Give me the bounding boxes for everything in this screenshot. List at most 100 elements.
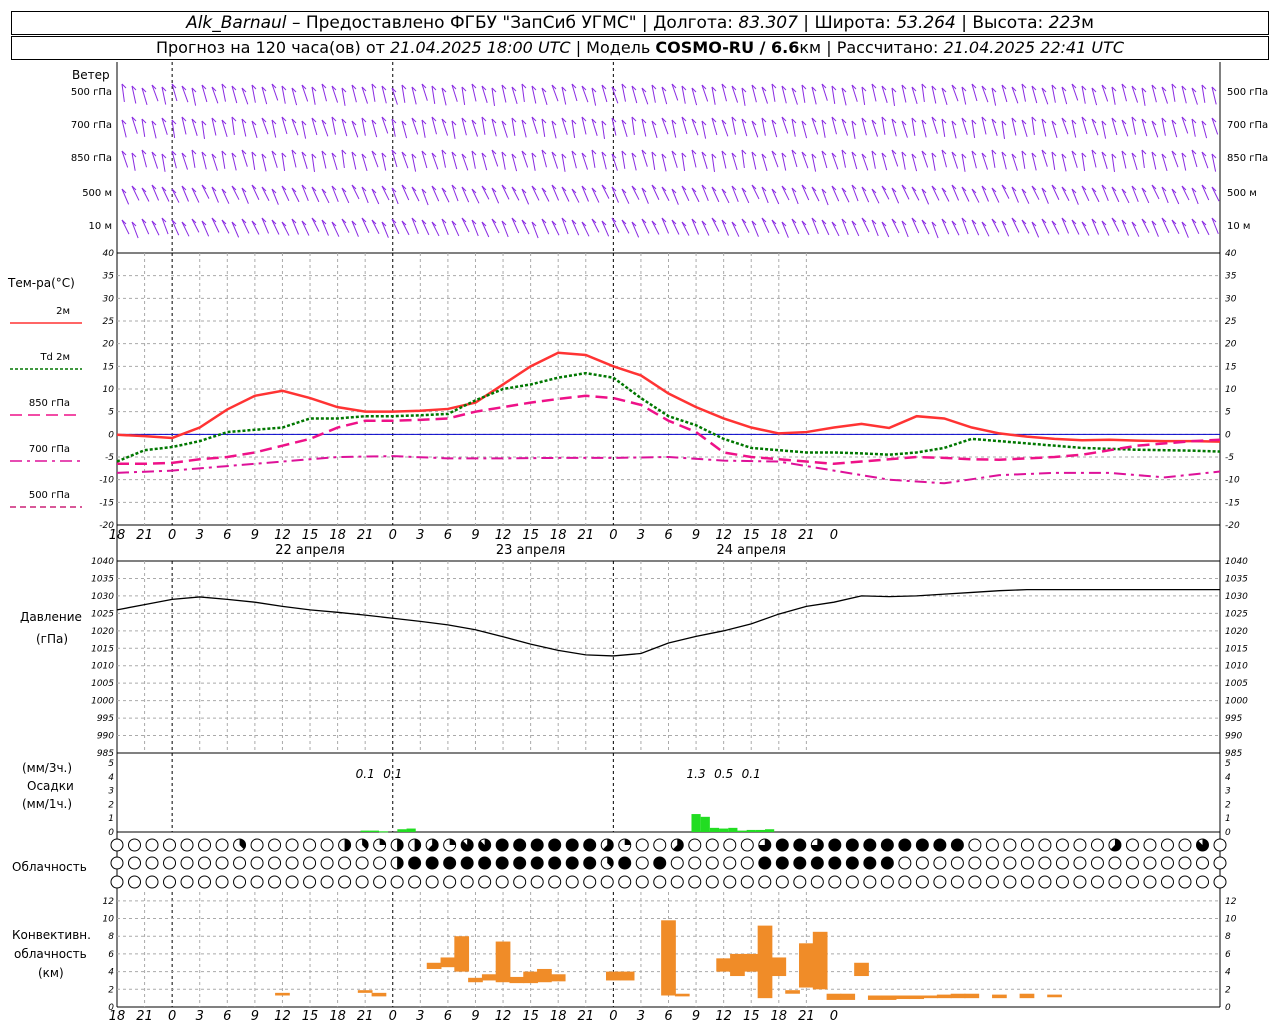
wind-barb-staff [831, 221, 840, 237]
wind-barb [1051, 151, 1057, 170]
wind-barb [481, 85, 488, 103]
wind-barb [311, 186, 320, 203]
wind-barb [291, 149, 297, 168]
pressure-ytick-left: 1000 [91, 697, 114, 707]
wind-barb-staff [541, 187, 550, 202]
wind-barb-staff [1011, 217, 1020, 233]
wind-barb [201, 84, 208, 103]
wind-barb [1071, 119, 1077, 138]
wind-barb [1161, 86, 1168, 104]
wind-barb [231, 221, 240, 238]
wind-barb-staff [541, 218, 550, 235]
cloud-symbol [758, 838, 772, 852]
wind-barb-staff [571, 188, 580, 203]
wind-barb-staff [511, 186, 520, 201]
cloud-symbol [443, 875, 457, 889]
wind-barb-staff [1051, 184, 1060, 200]
wind-barb [621, 219, 630, 234]
wind-barb [391, 87, 398, 105]
wind-barb-staff [301, 184, 309, 201]
wind-barb [851, 151, 858, 170]
cloud-symbol [180, 856, 194, 870]
wind-barb [401, 120, 408, 139]
wind-barb-staff [291, 187, 300, 203]
cloud-circle [513, 838, 527, 852]
wind-barb-staff [1021, 219, 1030, 234]
wind-barb [201, 184, 210, 199]
wind-barb-staff [671, 188, 679, 205]
wind-barb [1131, 185, 1139, 203]
cloud-circle [618, 875, 632, 889]
cloud-symbol [355, 838, 369, 852]
wind-barb-staff [721, 188, 730, 204]
cloud-symbol [1213, 875, 1227, 889]
cloud-circle [950, 856, 964, 870]
wind-barb [691, 218, 699, 235]
wind-barb [661, 117, 669, 135]
wind-barb [291, 87, 298, 106]
x-tick-label: 21 [578, 528, 595, 543]
wind-barb [1161, 186, 1169, 204]
wind-barb [281, 221, 290, 236]
precip-bar [700, 816, 710, 832]
precip-ytick-left: 0 [108, 828, 114, 838]
cloud-symbol [495, 856, 509, 870]
wind-barb [1191, 187, 1199, 205]
wind-barb-staff [801, 220, 810, 236]
precip-ytick-left: 5 [108, 759, 114, 769]
cloud-symbol [285, 838, 299, 852]
conv-cloud-bar [550, 974, 566, 982]
wind-barb-staff [931, 185, 940, 201]
wind-barb [721, 150, 727, 169]
cloud-circle [1160, 875, 1174, 889]
wind-barb [901, 184, 910, 200]
cloud-symbol [635, 856, 649, 870]
cloud-fill [344, 839, 351, 851]
pressure-ytick-left: 985 [97, 749, 114, 759]
wind-barb [181, 85, 189, 103]
wind-barb [1021, 150, 1027, 169]
wind-barb-staff [331, 221, 340, 237]
wind-barb [981, 152, 988, 170]
cloud-symbol [968, 875, 982, 889]
cloud-symbol [1055, 856, 1069, 870]
pressure-ytick-right: 1010 [1225, 662, 1248, 672]
cloud-symbol [268, 856, 282, 870]
wind-barb [1061, 117, 1069, 135]
x-tick-label: 21 [798, 528, 815, 543]
pressure-ytick-right: 1000 [1225, 697, 1248, 707]
cloud-circle [863, 838, 877, 852]
wind-barb [501, 220, 509, 238]
wind-barb [151, 220, 160, 236]
wind-barb [1001, 120, 1007, 139]
cloud-circle [933, 875, 947, 889]
cloud-symbol [180, 875, 194, 889]
cloud-circle [495, 875, 509, 889]
pressure-ytick-right: 1025 [1225, 609, 1248, 619]
wind-barb [941, 87, 948, 106]
x-tick-label: 9 [251, 528, 259, 543]
cloud-circle [1003, 856, 1017, 870]
wind-barb-staff [381, 221, 389, 238]
wind-barb [511, 186, 520, 201]
conv-cloud-bar [730, 953, 745, 977]
cloud-symbol [1160, 856, 1174, 870]
wind-barb-staff [141, 187, 150, 202]
cloud-circle [1213, 875, 1227, 889]
cloud-symbol [618, 856, 632, 870]
x-tick-label: 3 [416, 1009, 424, 1024]
wind-barb-staff [361, 217, 370, 233]
wind-barb-staff [941, 218, 950, 235]
wind-barb [1011, 153, 1018, 171]
cloud-symbol [285, 875, 299, 889]
day-label: 24 апреля [716, 543, 786, 558]
conv-cloud-bar [523, 971, 538, 984]
wind-barb [371, 219, 380, 235]
cloud-circle [198, 875, 212, 889]
wind-barb [751, 184, 760, 200]
precip-ytick-left: 2 [108, 800, 114, 810]
cloud-circle [688, 838, 702, 852]
cloud-symbol [320, 856, 334, 870]
wind-barb-staff [901, 184, 910, 200]
wind-barb [441, 149, 447, 168]
